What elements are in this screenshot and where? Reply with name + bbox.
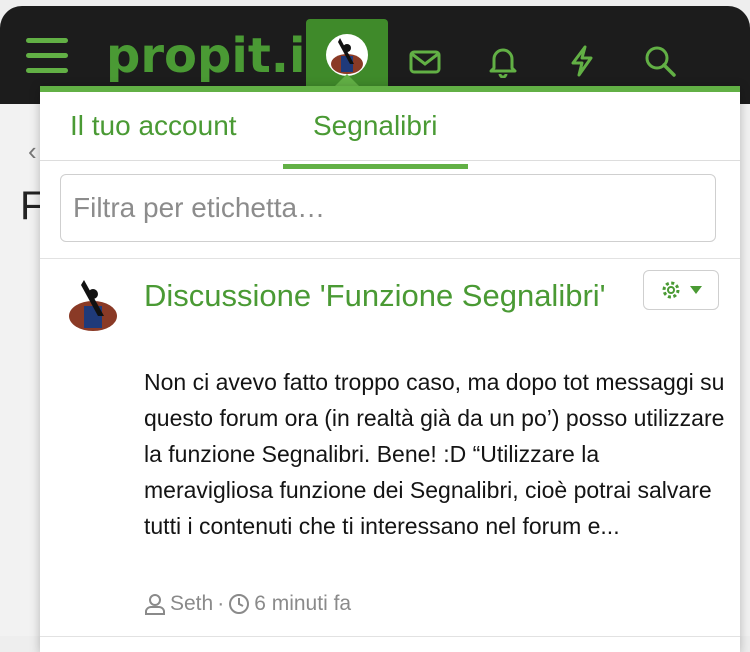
search-icon[interactable]	[643, 44, 677, 78]
lightning-icon[interactable]	[565, 44, 599, 78]
back-chevron-icon[interactable]: ‹	[28, 136, 37, 167]
bell-icon[interactable]	[486, 44, 520, 78]
account-popup-menu: Il tuo account Segnalibri Discussione 'F…	[40, 86, 740, 652]
bookmark-title-link[interactable]: Discussione 'Funzione Segnalibri'	[144, 272, 624, 319]
filter-tag-input[interactable]	[60, 174, 716, 242]
popup-tabs: Il tuo account Segnalibri	[40, 92, 740, 169]
tab-bookmarks[interactable]: Segnalibri	[283, 110, 468, 169]
bookmark-time: 6 minuti fa	[254, 592, 352, 615]
bookmark-options-button[interactable]	[643, 270, 719, 310]
gear-icon	[662, 281, 680, 299]
bookmark-avatar[interactable]	[64, 276, 122, 334]
site-logo[interactable]: propit.it	[106, 28, 328, 84]
bookmark-meta: Seth · 6 minuti fa	[144, 592, 351, 616]
hamburger-icon[interactable]	[26, 38, 68, 78]
user-icon	[145, 594, 165, 615]
bookmark-author[interactable]: Seth	[170, 592, 213, 616]
divider	[40, 636, 740, 637]
avatar	[326, 34, 368, 76]
chevron-down-icon	[690, 286, 702, 294]
clock-icon	[229, 594, 250, 614]
meta-separator: ·	[217, 592, 225, 615]
bookmark-snippet: Non ci avevo fatto troppo caso, ma dopo …	[144, 369, 725, 539]
envelope-icon[interactable]	[408, 44, 442, 78]
tab-account[interactable]: Il tuo account	[40, 110, 267, 164]
divider	[40, 258, 740, 259]
